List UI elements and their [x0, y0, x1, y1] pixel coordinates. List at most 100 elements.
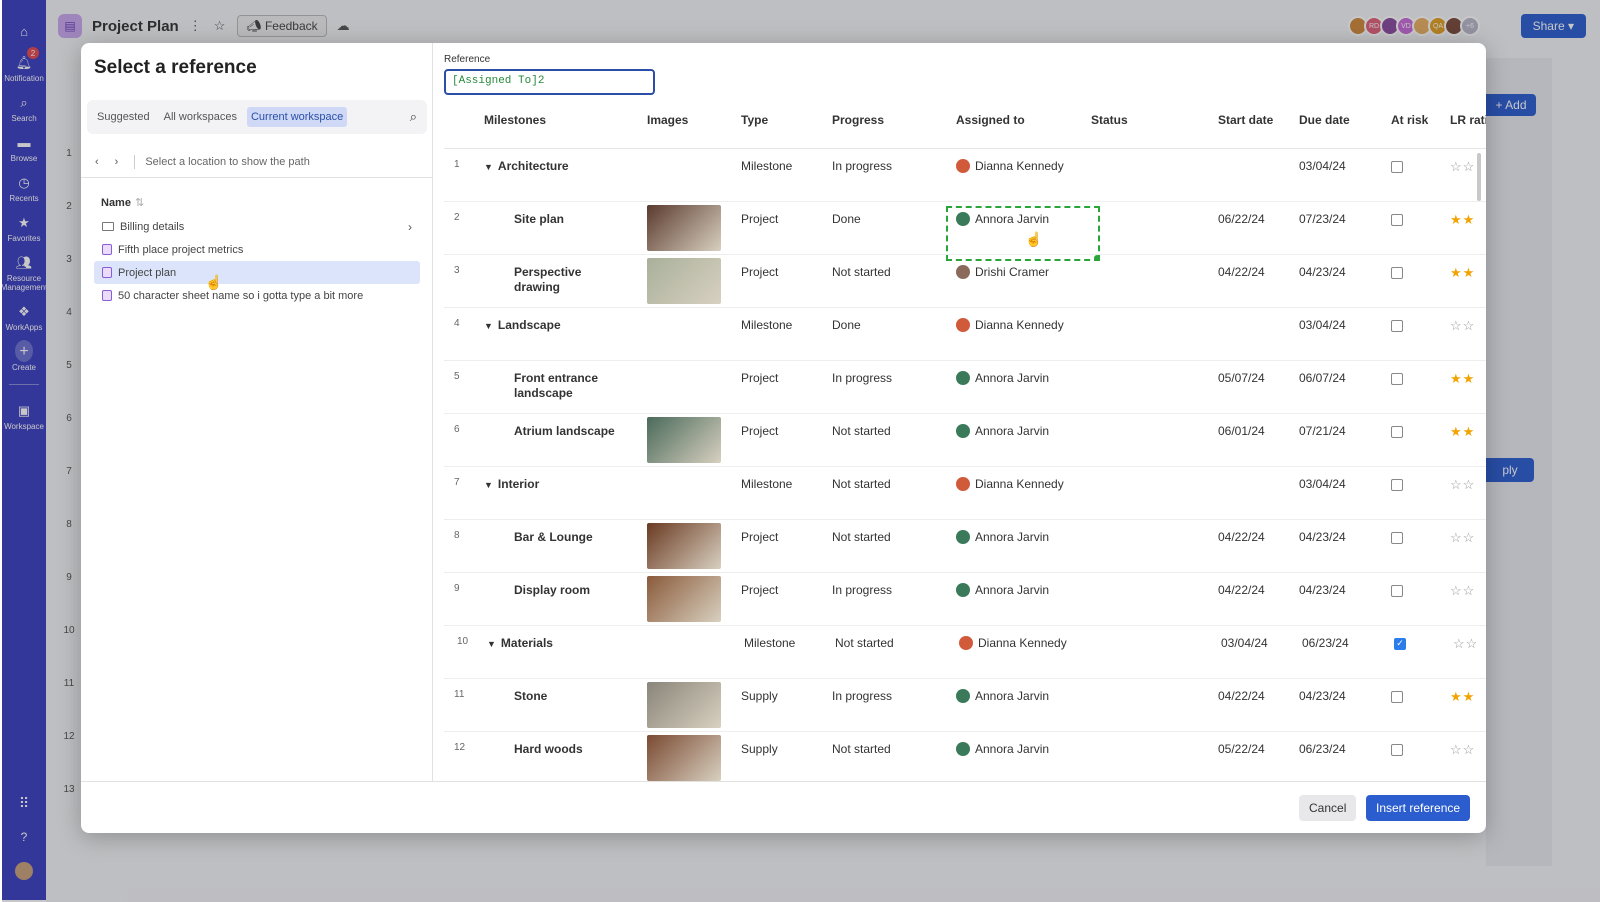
milestone-cell[interactable]: ▼ Interior — [484, 477, 594, 493]
type-cell[interactable]: Project — [741, 212, 778, 226]
star-icon[interactable]: ★ — [1450, 212, 1463, 227]
assigned-to-cell[interactable]: Drishi Cramer — [956, 265, 1049, 279]
star-icon[interactable]: ☆ — [1463, 530, 1476, 545]
search-icon[interactable]: ⌕ — [410, 109, 417, 125]
name-column-header[interactable]: Name ⇅ — [101, 196, 144, 209]
progress-cell[interactable]: In progress — [832, 583, 892, 597]
file-list-item[interactable]: Fifth place project metrics — [94, 238, 420, 261]
file-list-item[interactable]: Billing details › — [94, 215, 420, 238]
assigned-to-cell[interactable]: Dianna Kennedy — [959, 636, 1067, 650]
star-icon[interactable]: ☆ — [1463, 318, 1476, 333]
chevron-right-icon[interactable]: › — [408, 220, 412, 234]
type-cell[interactable]: Milestone — [741, 159, 792, 173]
progress-cell[interactable]: Done — [832, 212, 861, 226]
at-risk-checkbox[interactable] — [1391, 161, 1403, 173]
milestone-cell[interactable]: Perspective drawing — [514, 265, 624, 295]
star-icon[interactable]: ☆ — [1463, 583, 1476, 598]
col-due-date[interactable]: Due date — [1299, 113, 1350, 127]
tab-suggested[interactable]: Suggested — [93, 107, 154, 127]
tab-current-workspace[interactable]: Current workspace — [246, 107, 348, 127]
star-icon[interactable]: ☆ — [1450, 318, 1463, 333]
rating-stars[interactable]: ★★ — [1450, 424, 1475, 440]
due-date-cell[interactable]: 04/23/24 — [1299, 530, 1346, 544]
table-row[interactable]: 7 ▼ Interior Milestone Not started Dianna Ken… — [444, 467, 1486, 520]
due-date-cell[interactable]: 07/21/24 — [1299, 424, 1346, 438]
due-date-cell[interactable]: 06/23/24 — [1299, 742, 1346, 756]
star-icon[interactable]: ☆ — [1453, 636, 1466, 651]
type-cell[interactable]: Supply — [741, 689, 778, 703]
at-risk-checkbox[interactable] — [1391, 373, 1403, 385]
at-risk-checkbox[interactable] — [1391, 214, 1403, 226]
type-cell[interactable]: Supply — [741, 742, 778, 756]
table-row[interactable]: 8 Bar & Lounge Project Not started Annora Ja… — [444, 520, 1486, 573]
at-risk-checkbox[interactable] — [1391, 426, 1403, 438]
col-milestones[interactable]: Milestones — [484, 113, 546, 127]
table-row[interactable]: 5 Front entrance landscape Project In progr… — [444, 361, 1486, 414]
milestone-cell[interactable]: ▼ Architecture — [484, 159, 594, 175]
thumbnail-image[interactable] — [647, 682, 721, 728]
due-date-cell[interactable]: 04/23/24 — [1299, 689, 1346, 703]
star-icon[interactable]: ★ — [1463, 265, 1476, 280]
rating-stars[interactable]: ★★ — [1450, 265, 1475, 281]
col-at-risk[interactable]: At risk — [1391, 113, 1428, 127]
collapse-caret-icon[interactable]: ▼ — [484, 321, 493, 331]
type-cell[interactable]: Project — [741, 265, 778, 279]
due-date-cell[interactable]: 06/07/24 — [1299, 371, 1346, 385]
assigned-to-cell[interactable]: Annora Jarvin — [956, 742, 1049, 756]
type-cell[interactable]: Project — [741, 530, 778, 544]
start-date-cell[interactable]: 03/04/24 — [1221, 636, 1268, 650]
rating-stars[interactable]: ☆☆ — [1450, 318, 1475, 334]
table-row[interactable]: 3 Perspective drawing Project Not started Dr… — [444, 255, 1486, 308]
assigned-to-cell[interactable]: Dianna Kennedy — [956, 159, 1064, 173]
at-risk-checkbox[interactable] — [1391, 691, 1403, 703]
rating-stars[interactable]: ☆☆ — [1450, 583, 1475, 599]
col-status[interactable]: Status — [1091, 113, 1128, 127]
col-assigned-to[interactable]: Assigned to — [956, 113, 1025, 127]
milestone-cell[interactable]: Site plan — [514, 212, 624, 227]
rating-stars[interactable]: ★★ — [1450, 371, 1475, 387]
thumbnail-image[interactable] — [647, 258, 721, 304]
milestone-cell[interactable]: Display room — [514, 583, 624, 598]
due-date-cell[interactable]: 04/23/24 — [1299, 583, 1346, 597]
file-list-item[interactable]: Project plan — [94, 261, 420, 284]
collapse-caret-icon[interactable]: ▼ — [484, 162, 493, 172]
star-icon[interactable]: ★ — [1450, 424, 1463, 439]
type-cell[interactable]: Milestone — [741, 477, 792, 491]
due-date-cell[interactable]: 03/04/24 — [1299, 159, 1346, 173]
star-icon[interactable]: ☆ — [1466, 636, 1479, 651]
col-progress[interactable]: Progress — [832, 113, 884, 127]
star-icon[interactable]: ☆ — [1450, 159, 1463, 174]
start-date-cell[interactable]: 06/01/24 — [1218, 424, 1265, 438]
rating-stars[interactable]: ☆☆ — [1453, 636, 1478, 652]
grid-scrollbar[interactable] — [1477, 153, 1481, 201]
col-images[interactable]: Images — [647, 113, 688, 127]
star-icon[interactable]: ★ — [1463, 371, 1476, 386]
insert-reference-button[interactable]: Insert reference — [1366, 795, 1471, 821]
due-date-cell[interactable]: 07/23/24 — [1299, 212, 1346, 226]
progress-cell[interactable]: In progress — [832, 159, 892, 173]
assigned-to-cell[interactable]: Dianna Kennedy — [956, 477, 1064, 491]
thumbnail-image[interactable] — [647, 576, 721, 622]
type-cell[interactable]: Project — [741, 424, 778, 438]
col-start-date[interactable]: Start date — [1218, 113, 1273, 127]
milestone-cell[interactable]: ▼ Materials — [487, 636, 597, 652]
assigned-to-cell[interactable]: Annora Jarvin — [956, 371, 1049, 385]
reference-input[interactable]: [Assigned To]2 — [444, 69, 655, 95]
due-date-cell[interactable]: 04/23/24 — [1299, 265, 1346, 279]
table-row[interactable]: 12 Hard woods Supply Not started Annora Jarv… — [444, 732, 1486, 781]
type-cell[interactable]: Project — [741, 371, 778, 385]
rating-stars[interactable]: ☆☆ — [1450, 742, 1475, 758]
star-icon[interactable]: ★ — [1463, 212, 1476, 227]
table-row[interactable]: 10 ▼ Materials Milestone Not started Dianna K… — [444, 626, 1486, 679]
sort-icon[interactable]: ⇅ — [135, 197, 144, 209]
at-risk-checkbox[interactable] — [1391, 744, 1403, 756]
progress-cell[interactable]: Not started — [832, 265, 891, 279]
at-risk-checkbox[interactable] — [1391, 532, 1403, 544]
start-date-cell[interactable]: 04/22/24 — [1218, 530, 1265, 544]
rating-stars[interactable]: ☆☆ — [1450, 530, 1475, 546]
rating-stars[interactable]: ☆☆ — [1450, 159, 1475, 175]
star-icon[interactable]: ★ — [1450, 265, 1463, 280]
table-row[interactable]: 9 Display room Project In progress Annora Ja… — [444, 573, 1486, 626]
file-list-item[interactable]: 50 character sheet name so i gotta type … — [94, 284, 420, 307]
star-icon[interactable]: ☆ — [1463, 159, 1476, 174]
